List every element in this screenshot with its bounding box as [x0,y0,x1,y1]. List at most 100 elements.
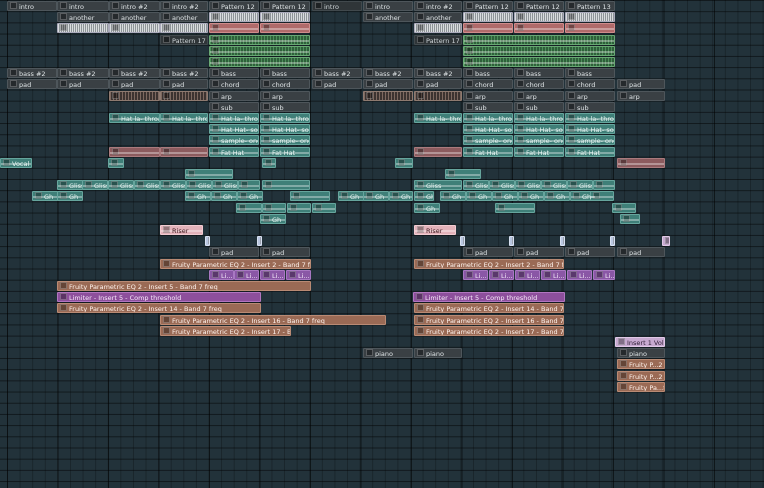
clip-menu-icon[interactable] [163,24,170,32]
pattern-clip[interactable]: pad [7,79,57,90]
pattern-clip[interactable] [160,90,208,101]
pattern-clip[interactable]: Hat la- throats [514,113,564,123]
pattern-clip[interactable]: Gliss [414,180,462,191]
pattern-clip[interactable]: Gh [32,191,58,202]
clip-menu-icon[interactable] [263,69,270,77]
clip-menu-icon[interactable] [60,2,67,9]
pattern-clip[interactable] [260,23,310,34]
clip-menu-icon[interactable] [466,91,473,99]
clip-menu-icon[interactable] [517,102,524,110]
clip-menu-icon[interactable] [263,2,270,9]
clip-menu-icon[interactable] [60,13,67,21]
pattern-clip[interactable]: chord [514,79,564,90]
pattern-clip[interactable]: pad [57,79,109,90]
pattern-clip[interactable]: Gh [237,191,263,202]
clip-menu-icon[interactable] [60,282,67,289]
pattern-clip[interactable]: Gh [260,213,286,224]
pattern-clip[interactable]: Pattern 13 [565,1,615,11]
pattern-clip[interactable] [262,202,286,213]
pattern-clip[interactable] [463,57,615,67]
pattern-clip[interactable]: arp [565,90,615,101]
pattern-clip[interactable]: Hat la- throats [160,113,208,123]
clip-menu-icon[interactable] [620,80,627,88]
pattern-clip[interactable]: Fruity Parametric EQ 2 - Insert 2 - Band… [160,258,311,269]
clip-menu-icon[interactable] [466,69,473,77]
pattern-clip[interactable]: Gh [440,191,466,202]
pattern-clip[interactable]: pad [160,79,208,90]
pattern-clip[interactable]: pad [463,247,513,258]
clip-menu-icon[interactable] [596,270,603,278]
pattern-clip[interactable]: Fat Hat [565,146,615,157]
clip-menu-icon[interactable] [568,80,575,88]
clip-menu-icon[interactable] [417,2,424,9]
clip-menu-icon[interactable] [366,349,373,357]
clip-menu-icon[interactable] [366,91,373,99]
pattern-clip[interactable]: Fruity Parametric EQ 2 - Insert 14 - Ban… [414,303,564,314]
clip-menu-icon[interactable] [163,326,170,334]
pattern-clip[interactable] [509,236,514,247]
pattern-clip[interactable]: pad [363,79,413,90]
clip-menu-icon[interactable] [568,91,575,99]
pattern-clip[interactable]: bass [565,68,615,79]
pattern-clip[interactable]: Gliss [463,180,489,191]
pattern-clip[interactable]: bass #2 [109,68,160,79]
pattern-clip[interactable] [262,180,310,191]
pattern-clip[interactable] [205,236,210,247]
pattern-clip[interactable]: Pattern 12 [463,1,513,11]
clip-menu-icon[interactable] [112,80,119,88]
pattern-clip[interactable] [463,45,615,56]
pattern-clip[interactable] [287,202,311,213]
clip-menu-icon[interactable] [163,91,170,99]
pattern-clip[interactable]: Fruity Parametric EQ 2 - Insert 5 - Band… [57,281,311,291]
pattern-clip[interactable]: chord [260,79,310,90]
pattern-clip[interactable] [593,180,615,191]
clip-menu-icon[interactable] [163,80,170,88]
clip-menu-icon[interactable] [60,69,67,77]
pattern-clip[interactable]: Gh [211,191,237,202]
clip-menu-icon[interactable] [366,69,373,77]
clip-menu-icon[interactable] [263,80,270,88]
pattern-clip[interactable]: Fruity Parametric EQ 2 - Insert 2 - Band… [414,258,564,269]
pattern-clip[interactable] [514,12,564,23]
clip-menu-icon[interactable] [237,270,244,278]
pattern-clip[interactable] [160,146,208,157]
pattern-clip[interactable]: Gh [363,191,389,202]
pattern-clip[interactable]: Gliss [134,180,160,191]
clip-menu-icon[interactable] [620,349,627,357]
clip-menu-icon[interactable] [417,69,424,77]
pattern-clip[interactable]: Gh [466,191,492,202]
pattern-clip[interactable]: bass [260,68,310,79]
clip-menu-icon[interactable] [212,13,219,21]
pattern-clip[interactable] [612,202,636,213]
pattern-clip[interactable]: Fat Hat [463,146,513,157]
clip-menu-icon[interactable] [263,91,270,99]
clip-menu-icon[interactable] [263,102,270,110]
clip-menu-icon[interactable] [463,237,464,245]
pattern-clip[interactable] [238,180,260,191]
clip-menu-icon[interactable] [620,248,627,256]
pattern-clip[interactable]: intro [312,1,362,11]
pattern-clip[interactable]: intro [7,1,57,11]
clip-menu-icon[interactable] [568,2,575,9]
pattern-clip[interactable] [57,23,109,34]
pattern-clip[interactable]: another [57,12,109,23]
clip-menu-icon[interactable] [112,69,119,77]
pattern-clip[interactable]: arp [463,90,513,101]
pattern-clip[interactable]: intro #2 [109,1,160,11]
pattern-clip[interactable]: Hat la- throats [463,113,513,123]
pattern-clip[interactable]: sub [209,101,259,112]
pattern-clip[interactable] [463,12,513,23]
pattern-clip[interactable]: Fruity P...2 freq [617,370,665,381]
pattern-clip[interactable]: sample- one [463,135,513,146]
pattern-clip[interactable]: pad [617,247,665,258]
pattern-clip[interactable]: arp [209,90,259,101]
pattern-clip[interactable] [160,23,208,34]
pattern-clip[interactable]: Li...ld [463,269,488,280]
pattern-clip[interactable]: Gliss [160,180,186,191]
clip-menu-icon[interactable] [517,80,524,88]
pattern-clip[interactable]: another [363,12,413,23]
clip-menu-icon[interactable] [60,80,67,88]
pattern-clip[interactable] [414,146,462,157]
pattern-clip[interactable]: Hat Hat- sound [209,124,259,135]
clip-menu-icon[interactable] [466,270,473,278]
